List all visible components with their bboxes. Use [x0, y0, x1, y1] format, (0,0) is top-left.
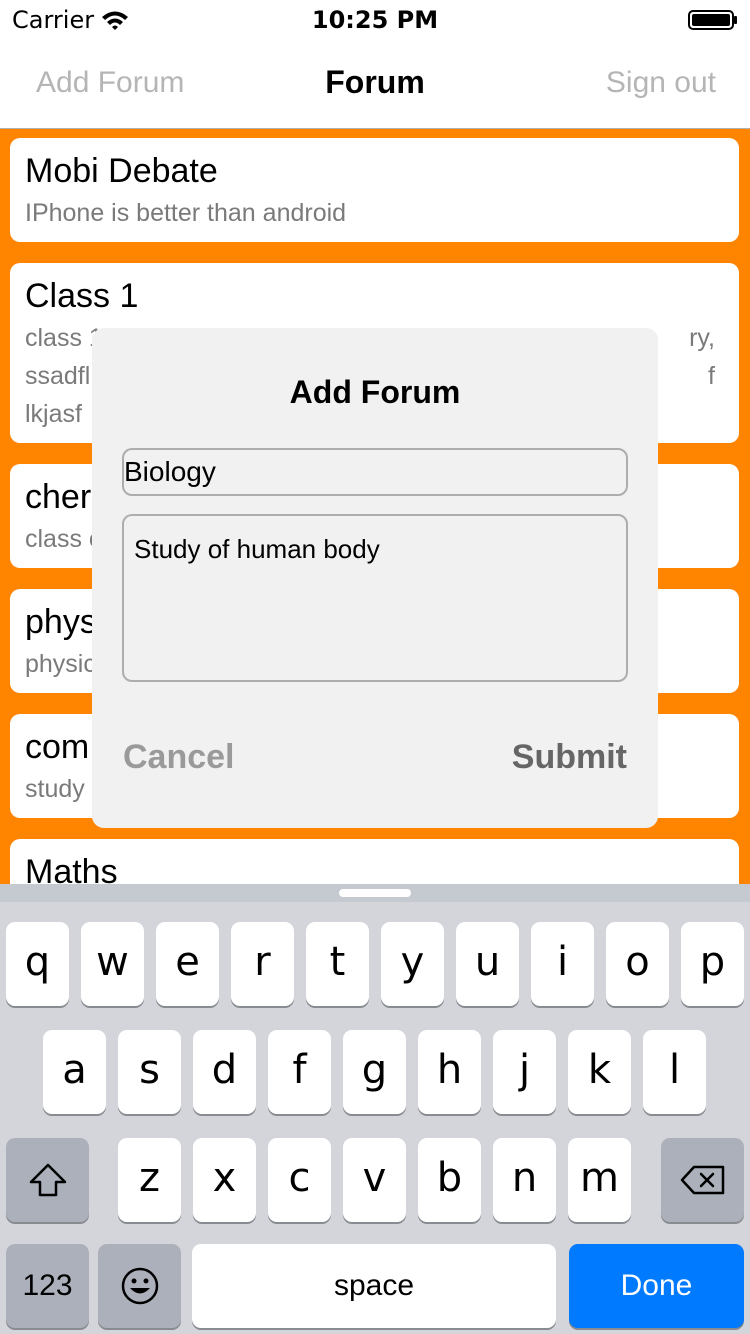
forum-title: cher — [25, 478, 92, 516]
forum-description-line: ry, — [689, 324, 715, 352]
forum-title: phys — [25, 603, 97, 641]
shift-key[interactable] — [6, 1138, 89, 1222]
key-x[interactable]: x — [193, 1138, 256, 1222]
emoji-key[interactable] — [98, 1244, 181, 1328]
cancel-button[interactable]: Cancel — [123, 738, 235, 777]
key-z[interactable]: z — [118, 1138, 181, 1222]
key-i[interactable]: i — [531, 922, 594, 1006]
navigation-bar: Add Forum Forum Sign out — [0, 40, 750, 129]
key-d[interactable]: d — [193, 1030, 256, 1114]
space-key[interactable]: space — [192, 1244, 556, 1328]
keyboard: q w e r t y u i o p a s d f g h j k l z … — [0, 884, 750, 1334]
numbers-key[interactable]: 123 — [6, 1244, 89, 1328]
key-b[interactable]: b — [418, 1138, 481, 1222]
key-c[interactable]: c — [268, 1138, 331, 1222]
key-v[interactable]: v — [343, 1138, 406, 1222]
forum-description-input[interactable]: Study of human body — [122, 514, 628, 682]
key-o[interactable]: o — [606, 922, 669, 1006]
key-w[interactable]: w — [81, 922, 144, 1006]
key-k[interactable]: k — [568, 1030, 631, 1114]
key-l[interactable]: l — [643, 1030, 706, 1114]
key-n[interactable]: n — [493, 1138, 556, 1222]
key-h[interactable]: h — [418, 1030, 481, 1114]
key-s[interactable]: s — [118, 1030, 181, 1114]
status-bar: Carrier 10:25 PM — [0, 0, 750, 40]
battery-icon — [688, 10, 738, 30]
forum-description-value: Study of human body — [134, 534, 380, 564]
done-key[interactable]: Done — [569, 1244, 744, 1328]
forum-description-overflow: ry, f — [689, 319, 715, 395]
forum-card[interactable]: Mobi Debate IPhone is better than androi… — [10, 138, 739, 242]
dialog-title: Add Forum — [289, 374, 461, 410]
add-forum-dialog: Add Forum Biology Study of human body Ca… — [92, 328, 658, 828]
forum-name-input[interactable]: Biology — [122, 448, 628, 496]
clock: 10:25 PM — [311, 6, 439, 34]
key-u[interactable]: u — [456, 922, 519, 1006]
key-q[interactable]: q — [6, 922, 69, 1006]
forum-title: com — [25, 728, 90, 766]
key-g[interactable]: g — [343, 1030, 406, 1114]
key-p[interactable]: p — [681, 922, 744, 1006]
forum-description-line: f — [708, 362, 715, 390]
key-m[interactable]: m — [568, 1138, 631, 1222]
key-f[interactable]: f — [268, 1030, 331, 1114]
forum-title: Mobi Debate — [25, 152, 218, 190]
delete-key[interactable] — [661, 1138, 744, 1222]
keyboard-accessory-bar — [0, 884, 750, 902]
key-t[interactable]: t — [306, 922, 369, 1006]
key-y[interactable]: y — [381, 922, 444, 1006]
key-j[interactable]: j — [493, 1030, 556, 1114]
forum-title: Class 1 — [25, 277, 139, 315]
submit-button[interactable]: Submit — [512, 738, 627, 777]
key-r[interactable]: r — [231, 922, 294, 1006]
key-e[interactable]: e — [156, 922, 219, 1006]
forum-description: IPhone is better than android — [25, 199, 347, 227]
key-a[interactable]: a — [43, 1030, 106, 1114]
grabber-handle[interactable] — [339, 889, 411, 897]
sign-out-button[interactable]: Sign out — [606, 66, 716, 100]
